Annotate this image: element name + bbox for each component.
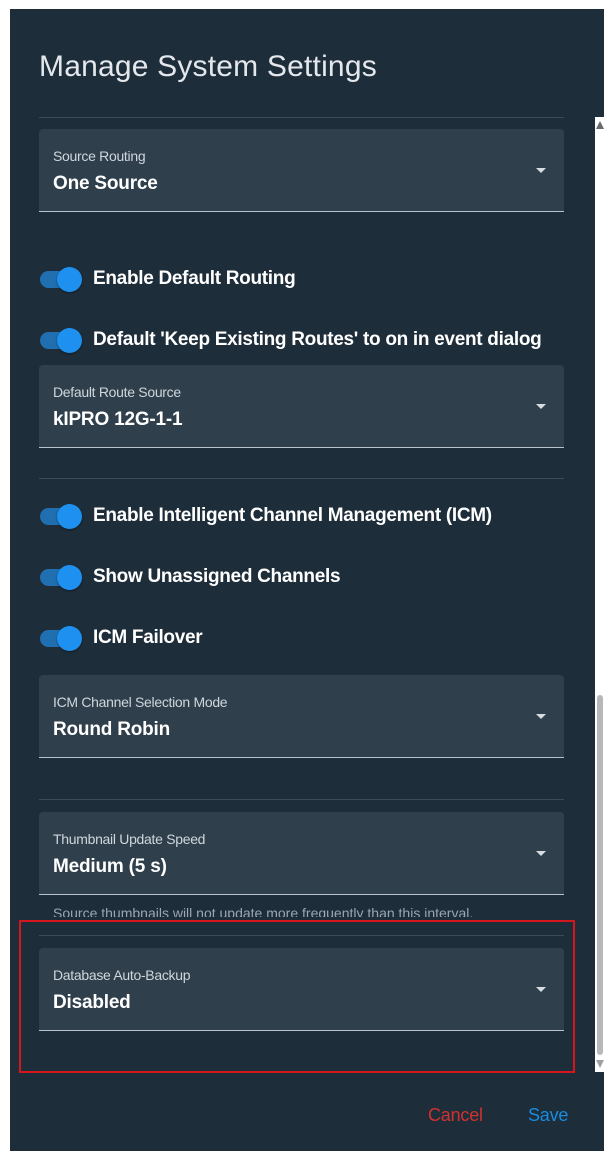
divider <box>39 478 564 479</box>
show-unassigned-channels-toggle-row[interactable]: Show Unassigned Channels <box>39 562 341 592</box>
icm-channel-selection-mode-label: ICM Channel Selection Mode <box>53 694 228 710</box>
divider <box>39 799 564 800</box>
caret-down-icon <box>536 851 546 856</box>
show-unassigned-channels-label: Show Unassigned Channels <box>93 566 341 587</box>
default-route-source-label: Default Route Source <box>53 384 181 400</box>
cancel-button[interactable]: Cancel <box>428 1105 483 1126</box>
thumbnail-update-speed-value: Medium (5 s) <box>53 856 167 877</box>
enable-default-routing-toggle-row[interactable]: Enable Default Routing <box>39 264 296 294</box>
source-routing-label: Source Routing <box>53 148 146 164</box>
save-button[interactable]: Save <box>528 1105 568 1126</box>
enable-icm-label: Enable Intelligent Channel Management (I… <box>93 505 492 526</box>
keep-existing-routes-label: Default 'Keep Existing Routes' to on in … <box>93 329 542 350</box>
caret-down-icon <box>536 404 546 409</box>
icm-failover-label: ICM Failover <box>93 627 203 648</box>
thumbnail-update-speed-select[interactable]: Thumbnail Update Speed Medium (5 s) <box>39 812 564 895</box>
source-routing-select[interactable]: Source Routing One Source <box>39 129 564 212</box>
icm-channel-selection-mode-select[interactable]: ICM Channel Selection Mode Round Robin <box>39 675 564 758</box>
highlight-box <box>19 920 575 1073</box>
dialog-title: Manage System Settings <box>39 50 377 83</box>
icm-channel-selection-mode-value: Round Robin <box>53 719 171 740</box>
caret-down-icon <box>536 168 546 173</box>
keep-existing-routes-switch[interactable] <box>39 325 83 355</box>
enable-icm-toggle-row[interactable]: Enable Intelligent Channel Management (I… <box>39 501 492 531</box>
icm-failover-toggle-row[interactable]: ICM Failover <box>39 623 203 653</box>
scroll-down-arrow-icon[interactable] <box>596 1060 604 1068</box>
scrollbar-thumb[interactable] <box>597 695 603 1055</box>
scroll-up-arrow-icon[interactable] <box>596 121 604 129</box>
divider <box>39 117 564 118</box>
caret-down-icon <box>536 714 546 719</box>
switch-thumb <box>57 328 82 353</box>
thumbnail-update-speed-label: Thumbnail Update Speed <box>53 831 206 847</box>
switch-thumb <box>57 267 82 292</box>
keep-existing-routes-toggle-row[interactable]: Default 'Keep Existing Routes' to on in … <box>39 325 542 355</box>
thumbnail-update-speed-helper-text: Source thumbnails will not update more f… <box>53 905 474 917</box>
icm-failover-switch[interactable] <box>39 623 83 653</box>
default-route-source-select[interactable]: Default Route Source kIPRO 12G-1-1 <box>39 365 564 448</box>
enable-default-routing-label: Enable Default Routing <box>93 268 296 289</box>
source-routing-value: One Source <box>53 173 158 194</box>
switch-thumb <box>57 504 82 529</box>
enable-icm-switch[interactable] <box>39 501 83 531</box>
manage-system-settings-dialog: Manage System Settings Source Routing On… <box>10 9 604 1151</box>
show-unassigned-channels-switch[interactable] <box>39 562 83 592</box>
default-route-source-value: kIPRO 12G-1-1 <box>53 409 183 430</box>
switch-thumb <box>57 626 82 651</box>
switch-thumb <box>57 565 82 590</box>
scrollbar[interactable] <box>595 117 604 1072</box>
enable-default-routing-switch[interactable] <box>39 264 83 294</box>
